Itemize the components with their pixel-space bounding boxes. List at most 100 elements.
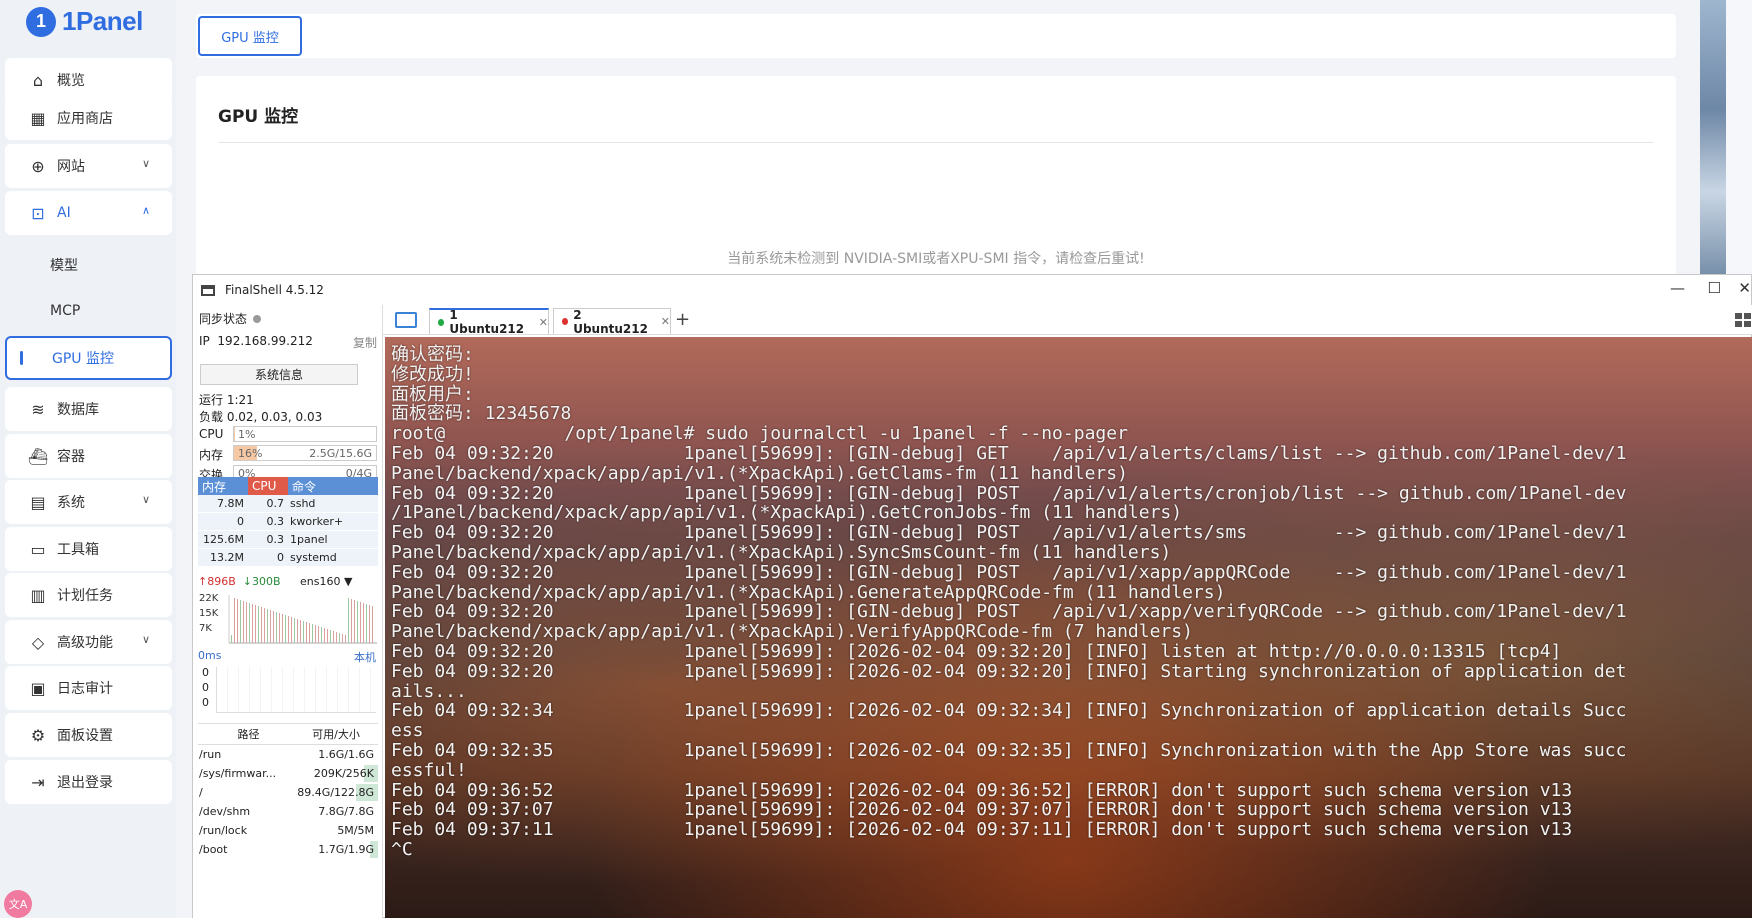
network-bar xyxy=(363,603,364,643)
chevron-down-icon: ∨ xyxy=(141,633,150,646)
layout-grid-icon[interactable] xyxy=(1735,313,1751,327)
tab-session-2[interactable]: 2 Ubuntu212 ✕ xyxy=(553,308,671,336)
page-title: GPU 监控 xyxy=(218,107,299,127)
nav-log-audit[interactable]: ▣ 日志审计 xyxy=(5,666,172,710)
network-bar xyxy=(285,615,286,643)
nav-cron[interactable]: ▥ 计划任务 xyxy=(5,573,172,617)
disk-path: / xyxy=(199,786,203,799)
upload-icon: ↑ xyxy=(198,575,208,588)
table-row[interactable]: /run/lock 5M/5M xyxy=(198,821,378,840)
network-bar xyxy=(354,600,355,643)
close-tab-icon[interactable]: ✕ xyxy=(539,316,548,329)
robot-icon: ⊡ xyxy=(31,203,45,223)
col-cpu[interactable]: CPU xyxy=(248,477,288,495)
network-bar xyxy=(294,618,295,643)
add-tab-icon[interactable]: + xyxy=(675,309,690,330)
tab-gpu-monitor[interactable]: GPU 监控 xyxy=(198,16,302,56)
table-row[interactable]: 0 0.3 kworker+ xyxy=(198,513,378,531)
close-tab-icon[interactable]: ✕ xyxy=(661,315,670,328)
background-strip xyxy=(1700,0,1726,274)
disk-size-text: 5M/5M xyxy=(337,824,374,837)
latency-target[interactable]: 本机 xyxy=(354,649,376,665)
nav-ai-gpu-monitor[interactable]: GPU 监控 xyxy=(5,336,172,380)
col-command[interactable]: 命令 xyxy=(288,477,378,495)
nav-system[interactable]: ▤ 系统 ∨ xyxy=(5,480,172,524)
terminal-line: root@ /opt/1panel# sudo journalctl -u 1p… xyxy=(391,423,1128,445)
logo[interactable]: 1 1Panel xyxy=(26,6,143,37)
table-row[interactable]: /dev/shm 7.8G/7.8G xyxy=(198,802,378,821)
cpu-label: CPU xyxy=(199,427,224,441)
terminal-line: Panel/backend/xpack/app/api/v1.(*XpackAp… xyxy=(391,462,1128,484)
mem-meter: 16% 2.5G/15.6G xyxy=(233,445,377,461)
cpu-meter: 1% xyxy=(233,426,377,442)
net-tick: 7K xyxy=(199,623,212,634)
chevron-down-icon: ∨ xyxy=(141,157,150,170)
disk-path: /dev/shm xyxy=(199,805,251,818)
system-info-button[interactable]: 系统信息 xyxy=(200,364,358,385)
nav-ai-model[interactable]: 模型 xyxy=(5,243,172,287)
network-bar xyxy=(333,631,334,643)
nav-container[interactable]: ⛴ 容器 xyxy=(5,434,172,478)
folder-icon[interactable] xyxy=(395,312,417,328)
disk-path: /run xyxy=(199,748,222,761)
nav-website[interactable]: ⊕ 网站 ∨ xyxy=(5,144,172,188)
latency-values: 0 0 0 xyxy=(202,666,209,709)
network-bar xyxy=(246,602,247,643)
dropdown-icon: ▼ xyxy=(343,575,353,588)
session-status-dot xyxy=(438,318,445,326)
nav-app-store[interactable]: ▦ 应用商店 xyxy=(5,96,172,140)
window-titlebar[interactable]: FinalShell 4.5.12 — ☐ ✕ xyxy=(193,275,1751,305)
nav-advanced[interactable]: ◇ 高级功能 ∨ xyxy=(5,620,172,664)
close-icon[interactable]: ✕ xyxy=(1738,279,1751,297)
iface-select[interactable]: ens160 ▼ xyxy=(300,575,352,588)
mem-label: 内存 xyxy=(199,448,224,462)
network-bar xyxy=(345,635,346,643)
nav-toolbox[interactable]: ▭ 工具箱 xyxy=(5,527,172,571)
table-row[interactable]: 13.2M 0 systemd xyxy=(198,549,378,567)
network-bar xyxy=(255,605,256,643)
tab-session-1[interactable]: 1 Ubuntu212 ✕ xyxy=(429,308,549,336)
minimize-icon[interactable]: — xyxy=(1670,279,1685,297)
disk-size: 1.6G/1.6G xyxy=(298,748,378,761)
container-icon: ⛴ xyxy=(27,446,49,466)
disk-size: 1.7G/1.9G xyxy=(298,841,378,858)
disk-table: 路径 可用/大小 /run 1.6G/1.6G/sys/firmwar... 209… xyxy=(198,723,378,859)
table-row[interactable]: /sys/firmwar... 209K/256K xyxy=(198,764,378,783)
diamond-icon: ◇ xyxy=(31,632,45,652)
terminal-line: Feb 04 09:32:20 1panel[59699]: [GIN-debu… xyxy=(391,601,1627,623)
maximize-icon[interactable]: ☐ xyxy=(1708,279,1721,297)
table-row[interactable]: /run 1.6G/1.6G xyxy=(198,745,378,764)
assistant-icon[interactable]: 文A xyxy=(4,890,32,918)
network-bar xyxy=(306,622,307,643)
network-bar xyxy=(243,601,244,643)
network-bar xyxy=(258,606,259,643)
table-row[interactable]: 125.6M 0.3 1panel xyxy=(198,531,378,549)
nav-ai-mcp[interactable]: MCP xyxy=(5,289,172,333)
session-tabbar: 1 Ubuntu212 ✕ 2 Ubuntu212 ✕ + xyxy=(383,305,1752,336)
table-row[interactable]: 7.8M 0.7 sshd xyxy=(198,495,378,513)
table-row[interactable]: / 89.4G/122.8G xyxy=(198,783,378,802)
network-bar xyxy=(318,626,319,643)
copy-ip-button[interactable]: 复制 xyxy=(353,334,377,351)
nav-panel-settings[interactable]: ⚙ 面板设置 xyxy=(5,713,172,757)
network-bar xyxy=(315,625,316,643)
network-bar xyxy=(330,630,331,643)
nav-database[interactable]: ≋ 数据库 xyxy=(5,387,172,431)
terminal[interactable]: 确认密码: 修改成功! 面板用户: 面板密码: 12345678 root@ /opt… xyxy=(385,337,1752,918)
network-bar xyxy=(336,632,337,643)
table-row[interactable]: /boot 1.7G/1.9G xyxy=(198,840,378,859)
uptime: 运行 1:21 xyxy=(199,393,254,407)
nav-logout[interactable]: ⇥ 退出登录 xyxy=(5,760,172,804)
network-bar xyxy=(342,634,343,643)
terminal-line: Panel/backend/xpack/app/api/v1.(*XpackAp… xyxy=(391,621,1193,643)
disk-size-text: 1.6G/1.6G xyxy=(318,748,374,761)
process-table-header: 内存 CPU 命令 xyxy=(198,477,378,495)
nav-ai[interactable]: ⊡ AI ∧ xyxy=(5,191,172,235)
finalshell-window: FinalShell 4.5.12 — ☐ ✕ 同步状态 IP 192.168.… xyxy=(192,274,1752,918)
divider xyxy=(218,142,1654,143)
terminal-line: ess xyxy=(391,720,424,742)
col-mem[interactable]: 内存 xyxy=(198,477,248,495)
disk-size-text: 209K/256K xyxy=(313,767,374,780)
terminal-line: Panel/backend/xpack/app/api/v1.(*XpackAp… xyxy=(391,581,1226,603)
terminal-line: /1Panel/backend/xpack/app/api/v1.(*Xpack… xyxy=(391,502,1183,524)
